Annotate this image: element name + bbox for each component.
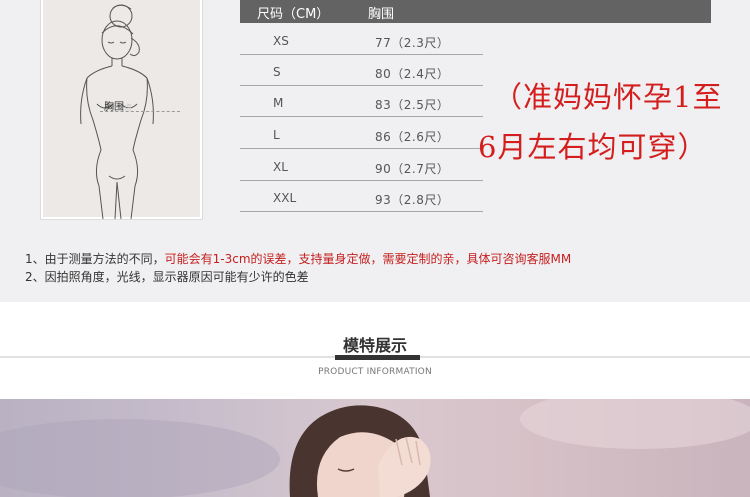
table-row: M 83（2.5尺）: [240, 86, 483, 117]
size-table-header: 尺码（CM） 胸围: [240, 0, 711, 23]
table-row: S 80（2.4尺）: [240, 55, 483, 86]
size-cell: S: [273, 65, 281, 79]
bust-cell: 83（2.5尺）: [375, 98, 450, 112]
size-cell: L: [273, 128, 280, 142]
bust-label-text: 胸围: [104, 102, 124, 113]
header-size: 尺码（CM）: [257, 7, 330, 22]
note1-red-text: 可能会有1-3cm的误差，支持量身定做，需要定制的亲，具体可咨询客服MM: [164, 252, 572, 266]
handwritten-note-line2: 6月左右均可穿）: [478, 130, 708, 164]
bust-label: 胸围点: [104, 98, 132, 113]
bust-cell: 80（2.4尺）: [375, 67, 450, 81]
bust-cell: 86（2.6尺）: [375, 130, 450, 144]
model-portrait-image: [0, 399, 750, 497]
bust-cell: 93（2.8尺）: [375, 193, 450, 207]
size-chart-panel: 胸围点 尺码（CM） 胸围 XS 77（2.3尺） S 80（2.4尺） M 8…: [0, 0, 750, 302]
note-color-difference: 2、因拍照角度，光线，显示器原因可能有少许的色差: [25, 270, 309, 284]
size-cell: XS: [273, 34, 289, 48]
table-row: L 86（2.6尺）: [240, 118, 483, 149]
size-cell: M: [273, 96, 284, 110]
bust-cell: 90（2.7尺）: [375, 162, 450, 176]
note1-prefix: 1、由于测量方法的不同，: [25, 252, 165, 266]
header-bust: 胸围: [368, 7, 395, 22]
section-title-underline: [335, 355, 420, 360]
table-row: XS 77（2.3尺）: [240, 24, 483, 55]
bust-cell: 77（2.3尺）: [375, 36, 450, 50]
handwritten-note-line1: （准妈妈怀孕1至: [493, 80, 723, 114]
size-cell: XL: [273, 160, 288, 174]
table-row: XXL 93（2.8尺）: [240, 181, 483, 212]
bust-dot-text: 点: [124, 103, 132, 112]
note-measurement: 1、由于测量方法的不同，可能会有1-3cm的误差，支持量身定做，需要定制的亲，具…: [25, 250, 571, 267]
section-subtitle: PRODUCT INFORMATION: [318, 367, 432, 377]
section-title: 模特展示: [342, 336, 407, 355]
size-cell: XXL: [273, 191, 297, 205]
table-row: XL 90（2.7尺）: [240, 150, 483, 181]
model-photo: [0, 399, 750, 497]
